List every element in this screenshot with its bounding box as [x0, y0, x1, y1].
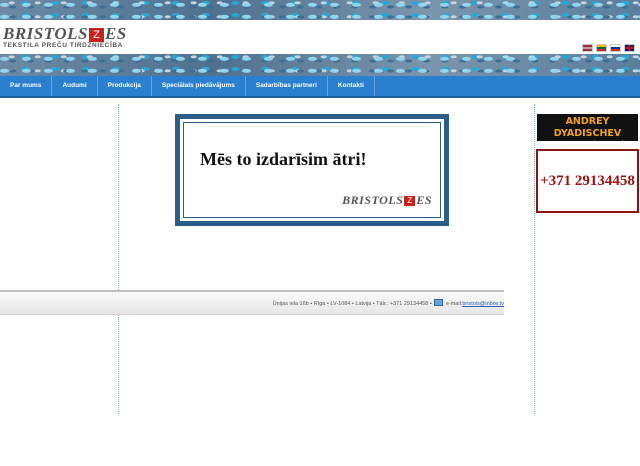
uk-flag-icon[interactable] — [624, 44, 635, 52]
nav-item-sadarbibas-partneri[interactable]: Sadarbības partneri — [246, 76, 328, 96]
left-column-divider — [118, 104, 119, 414]
promo-banner-frame: Mēs to izdarīsim ātri! BRISTOLS Z ES — [178, 117, 446, 223]
language-switcher — [582, 44, 635, 52]
page-footer: Ūnijas iela 16b • Rīga • LV-1084 • Latvi… — [0, 290, 504, 315]
banner-logo-mark: Z — [404, 196, 416, 206]
lithuania-flag-icon[interactable] — [596, 44, 607, 52]
right-column-divider — [534, 104, 535, 414]
main-navigation: Par mums Audumi Produkcija Speciālais pi… — [0, 76, 640, 98]
nav-item-kontakti[interactable]: Kontakti — [328, 76, 375, 96]
footer-email-link[interactable]: bristols@inbox.lv — [462, 301, 504, 307]
promo-banner: Mēs to izdarīsim ātri! BRISTOLS Z ES — [175, 114, 449, 226]
header-fabric-strip-top — [0, 0, 640, 20]
banner-logo: BRISTOLS Z ES — [342, 191, 432, 209]
logo-text-right: ES — [104, 24, 127, 43]
logo-mark: Z — [88, 28, 104, 42]
footer-email-label: e-mail: — [445, 301, 463, 307]
footer-address: Ūnijas iela 16b • Rīga • LV-1084 • Latvi… — [272, 301, 432, 307]
logo-text-left: BRISTOLS — [3, 24, 88, 43]
banner-logo-text-right: ES — [416, 193, 432, 207]
site-tagline: TEKSTILA PREČU TIRDZNIECĪBA — [3, 42, 123, 49]
footer-contact-line: Ūnijas iela 16b • Rīga • LV-1084 • Latvi… — [273, 299, 504, 307]
promo-slogan: Mēs to izdarīsim ātri! — [200, 149, 367, 169]
photographer-ad-name: ANDREY DYADISCHEV — [553, 116, 622, 139]
russia-flag-icon[interactable] — [610, 44, 621, 52]
latvia-flag-icon[interactable] — [582, 44, 593, 52]
phone-ad-number: +371 29134458 — [540, 172, 635, 189]
site-logo[interactable]: BRISTOLS Z ES — [3, 24, 127, 44]
phone-ad[interactable]: +371 29134458 — [536, 149, 639, 213]
nav-item-par-mums[interactable]: Par mums — [0, 76, 53, 96]
nav-item-audumi[interactable]: Audumi — [52, 76, 98, 96]
mail-icon — [434, 299, 444, 306]
nav-item-specialais-piedavajums[interactable]: Speciālais piedāvājums — [152, 76, 246, 96]
header-fabric-strip-bottom — [0, 54, 640, 76]
photographer-ad[interactable]: ANDREY DYADISCHEV photographer — [537, 114, 638, 148]
nav-item-produkcija[interactable]: Produkcija — [98, 76, 152, 96]
banner-logo-text-left: BRISTOLS — [342, 193, 404, 207]
photographer-ad-subtitle: photographer — [590, 141, 632, 148]
